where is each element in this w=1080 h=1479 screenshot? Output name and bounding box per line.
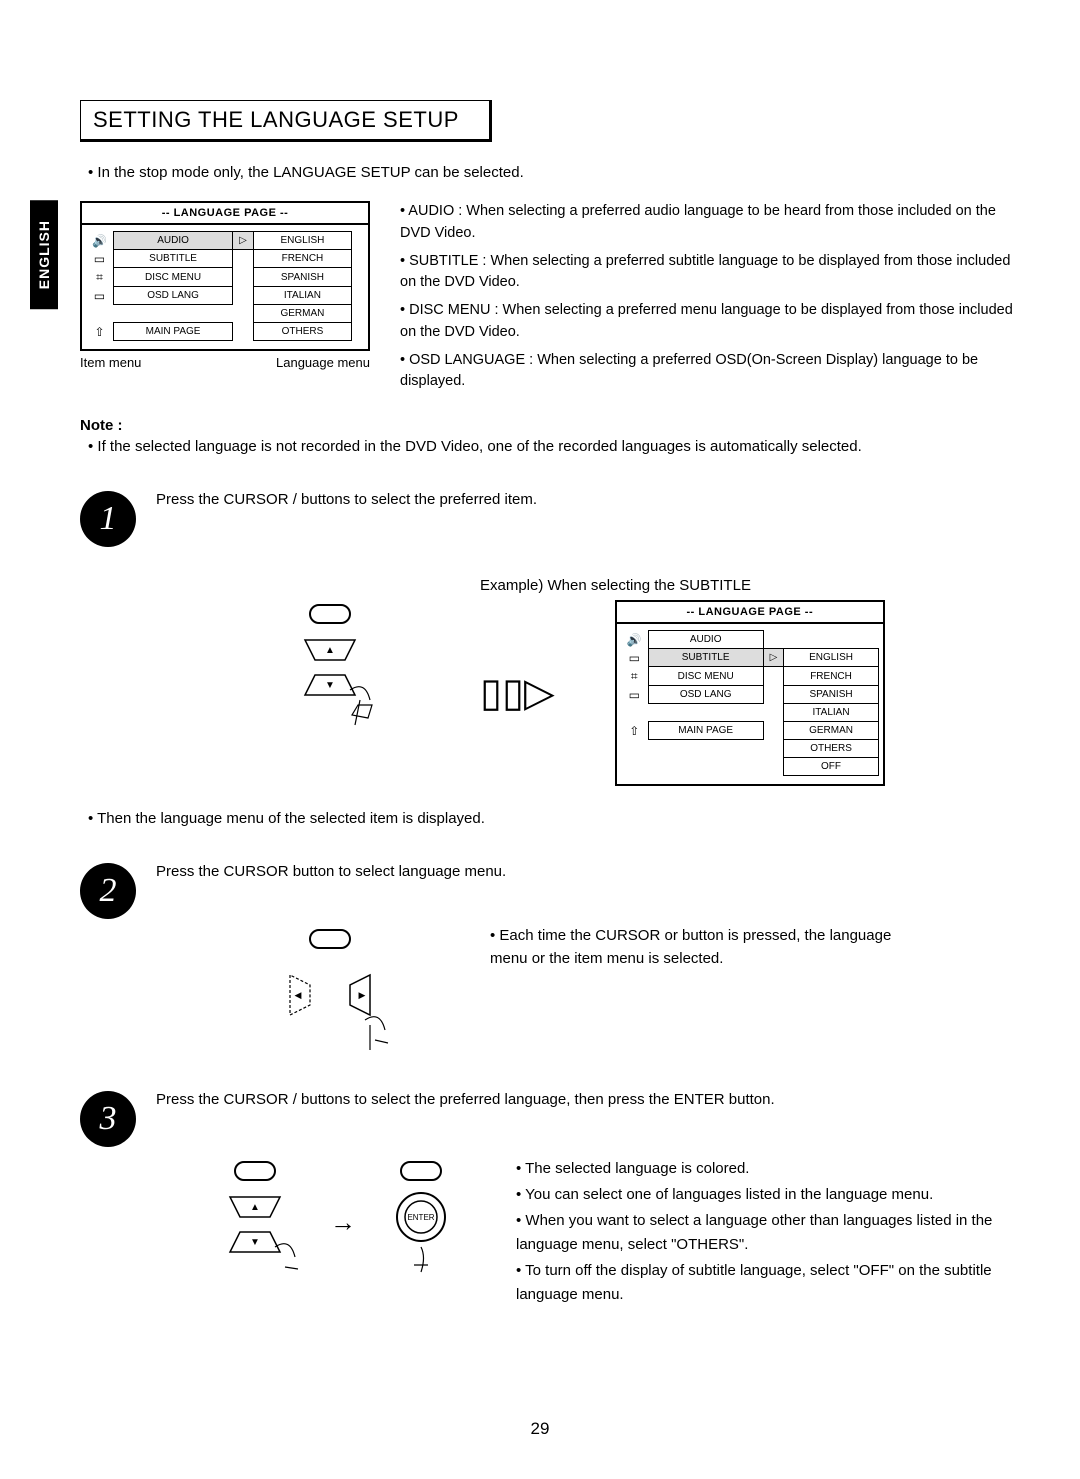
item-audio: AUDIO [113,232,232,250]
osd-icon: ▭ [94,289,105,303]
return-icon: ⇧ [94,325,104,339]
step-1-text: Press the CURSOR / buttons to select the… [156,491,1020,508]
remote-cursor-up-down-icon: ▲ ▼ [240,600,420,730]
osd-icon: ▭ [629,688,640,702]
item-subtitle-2: SUBTITLE [648,649,763,667]
disc-menu-icon: ⌗ [631,669,638,683]
lang-english-2: ENGLISH [784,649,879,667]
remote-cursor-right-icon: ◀ ▶ [240,925,420,1055]
step3-note-3: • To turn off the display of subtitle la… [516,1259,1020,1307]
item-subtitle: SUBTITLE [113,250,232,268]
menu-table-1: 🔊 AUDIO ▷ ENGLISH ▭ SUBTITLE FRENCH [86,231,364,341]
subtitle-icon: ▭ [94,252,105,266]
svg-text:▲: ▲ [325,645,335,656]
lang-spanish-2: SPANISH [784,686,879,704]
item-osdlang: OSD LANG [113,287,232,305]
language-tab: ENGLISH [30,200,58,309]
page-number: 29 [0,1419,1080,1439]
item-mainpage-2: MAIN PAGE [648,722,763,740]
arrow-right-icon: → [330,1207,356,1238]
item-discmenu-2: DISC MENU [648,667,763,686]
item-audio-2: AUDIO [648,631,763,649]
remote-cursor-up-down-icon: ▲ ▼ [190,1157,320,1287]
lang-italian: ITALIAN [253,287,351,305]
menu-header: -- LANGUAGE PAGE -- [82,203,368,225]
desc-discmenu: • DISC MENU : When selecting a preferred… [400,300,1020,344]
desc-osd: • OSD LANGUAGE : When selecting a prefer… [400,350,1020,394]
language-page-menu-2: -- LANGUAGE PAGE -- 🔊 AUDIO ▭ SUBTITLE ▷… [615,600,885,786]
desc-audio: • AUDIO : When selecting a preferred aud… [400,201,1020,245]
chevron-right-icon: ▷ [233,232,254,250]
intro-bullet: • In the stop mode only, the LANGUAGE SE… [88,164,1020,181]
menu-header-2: -- LANGUAGE PAGE -- [617,602,883,624]
note-body: • If the selected language is not record… [88,438,1020,455]
step3-note-0: • The selected language is colored. [516,1157,1020,1181]
step3-note-1: • You can select one of languages listed… [516,1183,1020,1207]
item-mainpage: MAIN PAGE [113,323,232,341]
remote-enter-button-icon: ENTER [366,1157,476,1287]
description-list: • AUDIO : When selecting a preferred aud… [400,201,1020,399]
language-page-menu-1: -- LANGUAGE PAGE -- 🔊 AUDIO ▷ ENGLISH ▭ … [80,201,370,351]
note-heading: Note : [80,417,1020,434]
arrow-right-icon: ▯▯▷ [480,670,555,716]
svg-text:▲: ▲ [250,1202,260,1213]
step-3-text: Press the CURSOR / buttons to select the… [156,1091,1020,1108]
return-icon: ⇧ [629,724,639,738]
svg-text:◀: ◀ [295,990,302,1000]
step-3-badge: 3 [80,1091,136,1147]
desc-subtitle: • SUBTITLE : When selecting a preferred … [400,251,1020,295]
svg-text:▼: ▼ [325,680,335,691]
page-content: SETTING THE LANGUAGE SETUP • In the stop… [80,100,1020,1309]
step3-note-2: • When you want to select a language oth… [516,1209,1020,1257]
lang-italian-2: ITALIAN [784,704,879,722]
disc-menu-icon: ⌗ [96,270,103,284]
section-title: SETTING THE LANGUAGE SETUP [80,100,492,142]
item-osdlang-2: OSD LANG [648,686,763,704]
lang-spanish: SPANISH [253,268,351,287]
lang-french-2: FRENCH [784,667,879,686]
example-label: Example) When selecting the SUBTITLE [480,577,1020,594]
step1-after: • Then the language menu of the selected… [88,810,1020,827]
step-2-note: • Each time the CURSOR or button is pres… [490,925,910,970]
language-menu-label: Language menu [276,355,370,370]
item-discmenu: DISC MENU [113,268,232,287]
chevron-right-icon: ▷ [763,649,784,667]
step-2-badge: 2 [80,863,136,919]
lang-german: GERMAN [253,305,351,323]
audio-icon: 🔊 [627,633,642,647]
svg-text:▼: ▼ [250,1237,260,1248]
step-2-text: Press the CURSOR button to select langua… [156,863,1020,880]
subtitle-icon: ▭ [629,651,640,665]
lang-others: OTHERS [253,323,351,341]
step-1-badge: 1 [80,491,136,547]
audio-icon: 🔊 [92,234,107,248]
svg-text:▶: ▶ [359,990,366,1000]
enter-label: ENTER [407,1213,434,1222]
lang-french: FRENCH [253,250,351,268]
lang-off: OFF [784,758,879,776]
lang-others-2: OTHERS [784,740,879,758]
step-3-notes: • The selected language is colored. • Yo… [516,1157,1020,1309]
lang-german-2: GERMAN [784,722,879,740]
item-menu-label: Item menu [80,355,141,370]
lang-english: ENGLISH [253,232,351,250]
